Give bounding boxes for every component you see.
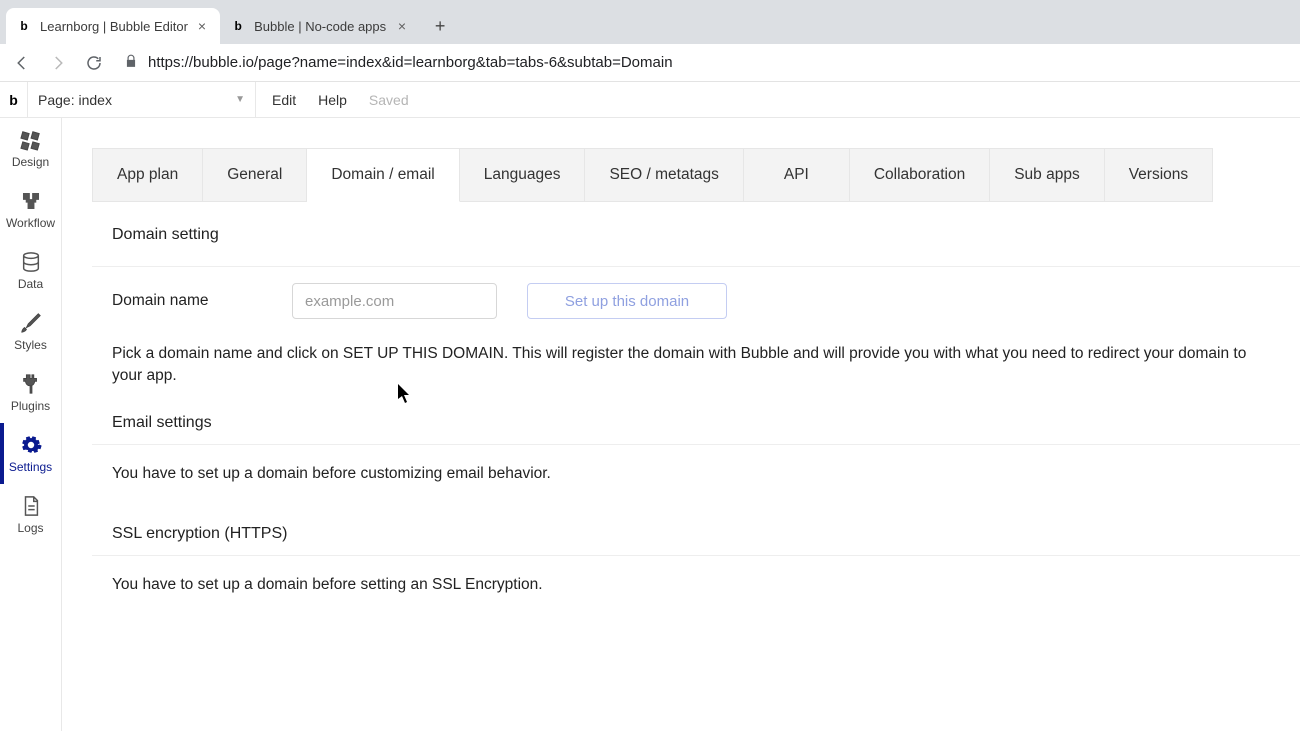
rail-label: Settings [9, 460, 52, 474]
left-rail: Design Workflow Data Styles [0, 118, 62, 731]
menu-edit[interactable]: Edit [272, 92, 296, 108]
tab-label: SEO / metatags [609, 166, 718, 183]
rail-label: Workflow [6, 216, 55, 230]
tab-label: Sub apps [1014, 166, 1080, 183]
domain-row: Domain name Set up this domain [92, 267, 1300, 325]
arrow-right-icon [49, 54, 67, 72]
tab-languages[interactable]: Languages [460, 148, 586, 202]
workflow-icon [20, 190, 42, 212]
url-text: https://bubble.io/page?name=index&id=lea… [148, 54, 673, 71]
browser-tab-title: Bubble | No-code apps [254, 19, 388, 34]
rail-label: Styles [14, 338, 47, 352]
rail-item-plugins[interactable]: Plugins [0, 362, 61, 423]
plugin-icon [20, 373, 42, 395]
tab-label: Languages [484, 166, 561, 183]
ssl-section: SSL encryption (HTTPS) [92, 525, 1300, 556]
section-title-ssl: SSL encryption (HTTPS) [92, 525, 1300, 556]
rail-label: Logs [17, 521, 43, 535]
domain-name-input[interactable] [292, 283, 497, 319]
arrow-left-icon [13, 54, 31, 72]
gear-icon [20, 434, 42, 456]
section-title-domain: Domain setting [92, 226, 1300, 256]
brush-icon [20, 312, 42, 334]
button-label: Set up this domain [565, 293, 689, 310]
rail-item-workflow[interactable]: Workflow [0, 179, 61, 240]
lock-icon [124, 54, 138, 72]
tab-sub-apps[interactable]: Sub apps [990, 148, 1105, 202]
domain-section: Domain setting [92, 226, 1300, 267]
email-section: Email settings [92, 414, 1300, 445]
url-field[interactable]: https://bubble.io/page?name=index&id=lea… [116, 54, 1292, 72]
setup-domain-button[interactable]: Set up this domain [527, 283, 727, 319]
email-description: You have to set up a domain before custo… [92, 445, 1300, 485]
reload-button[interactable] [80, 49, 108, 77]
browser-address-bar: https://bubble.io/page?name=index&id=lea… [0, 44, 1300, 82]
tab-label: Versions [1129, 166, 1188, 183]
database-icon [20, 251, 42, 273]
rail-item-settings[interactable]: Settings [0, 423, 61, 484]
rail-item-data[interactable]: Data [0, 240, 61, 301]
document-icon [20, 495, 42, 517]
tab-label: Collaboration [874, 166, 965, 183]
reload-icon [85, 54, 103, 72]
tab-api[interactable]: API [744, 148, 850, 202]
domain-name-label: Domain name [112, 292, 262, 310]
browser-tab[interactable]: b Learnborg | Bubble Editor × [6, 8, 220, 44]
settings-content: App plan General Domain / email Language… [62, 118, 1300, 731]
save-status: Saved [369, 92, 409, 108]
top-menu: Edit Help Saved [256, 92, 409, 108]
browser-tab-strip: b Learnborg | Bubble Editor × b Bubble |… [0, 0, 1300, 44]
tab-seo-metatags[interactable]: SEO / metatags [585, 148, 743, 202]
rail-label: Plugins [11, 399, 50, 413]
editor-top-bar: b Page: index ▼ Edit Help Saved [0, 82, 1300, 118]
tab-app-plan[interactable]: App plan [92, 148, 203, 202]
rail-label: Data [18, 277, 43, 291]
tab-collaboration[interactable]: Collaboration [850, 148, 990, 202]
rail-item-logs[interactable]: Logs [0, 484, 61, 545]
back-button[interactable] [8, 49, 36, 77]
tab-label: API [784, 166, 809, 183]
section-title-email: Email settings [92, 414, 1300, 445]
page-selector-label: Page: index [38, 92, 112, 108]
chevron-down-icon: ▼ [235, 94, 245, 105]
page-selector[interactable]: Page: index ▼ [28, 82, 256, 118]
close-icon[interactable]: × [196, 18, 208, 34]
tab-label: App plan [117, 166, 178, 183]
new-tab-button[interactable]: + [426, 12, 454, 40]
tab-label: Domain / email [331, 166, 434, 183]
ssl-description: You have to set up a domain before setti… [92, 556, 1300, 596]
bubble-logo-icon[interactable]: b [0, 82, 28, 118]
design-icon [20, 129, 42, 151]
settings-tabs: App plan General Domain / email Language… [92, 148, 1300, 202]
tab-general[interactable]: General [203, 148, 307, 202]
bubble-favicon-icon: b [16, 18, 32, 34]
close-icon[interactable]: × [396, 18, 408, 34]
domain-description: Pick a domain name and click on SET UP T… [92, 325, 1300, 388]
browser-tab-title: Learnborg | Bubble Editor [40, 19, 188, 34]
forward-button[interactable] [44, 49, 72, 77]
rail-item-styles[interactable]: Styles [0, 301, 61, 362]
rail-item-design[interactable]: Design [0, 118, 61, 179]
tab-domain-email[interactable]: Domain / email [307, 148, 459, 202]
menu-help[interactable]: Help [318, 92, 347, 108]
bubble-favicon-icon: b [230, 18, 246, 34]
browser-tab[interactable]: b Bubble | No-code apps × [220, 8, 420, 44]
rail-label: Design [12, 155, 49, 169]
tab-label: General [227, 166, 282, 183]
tab-versions[interactable]: Versions [1105, 148, 1213, 202]
